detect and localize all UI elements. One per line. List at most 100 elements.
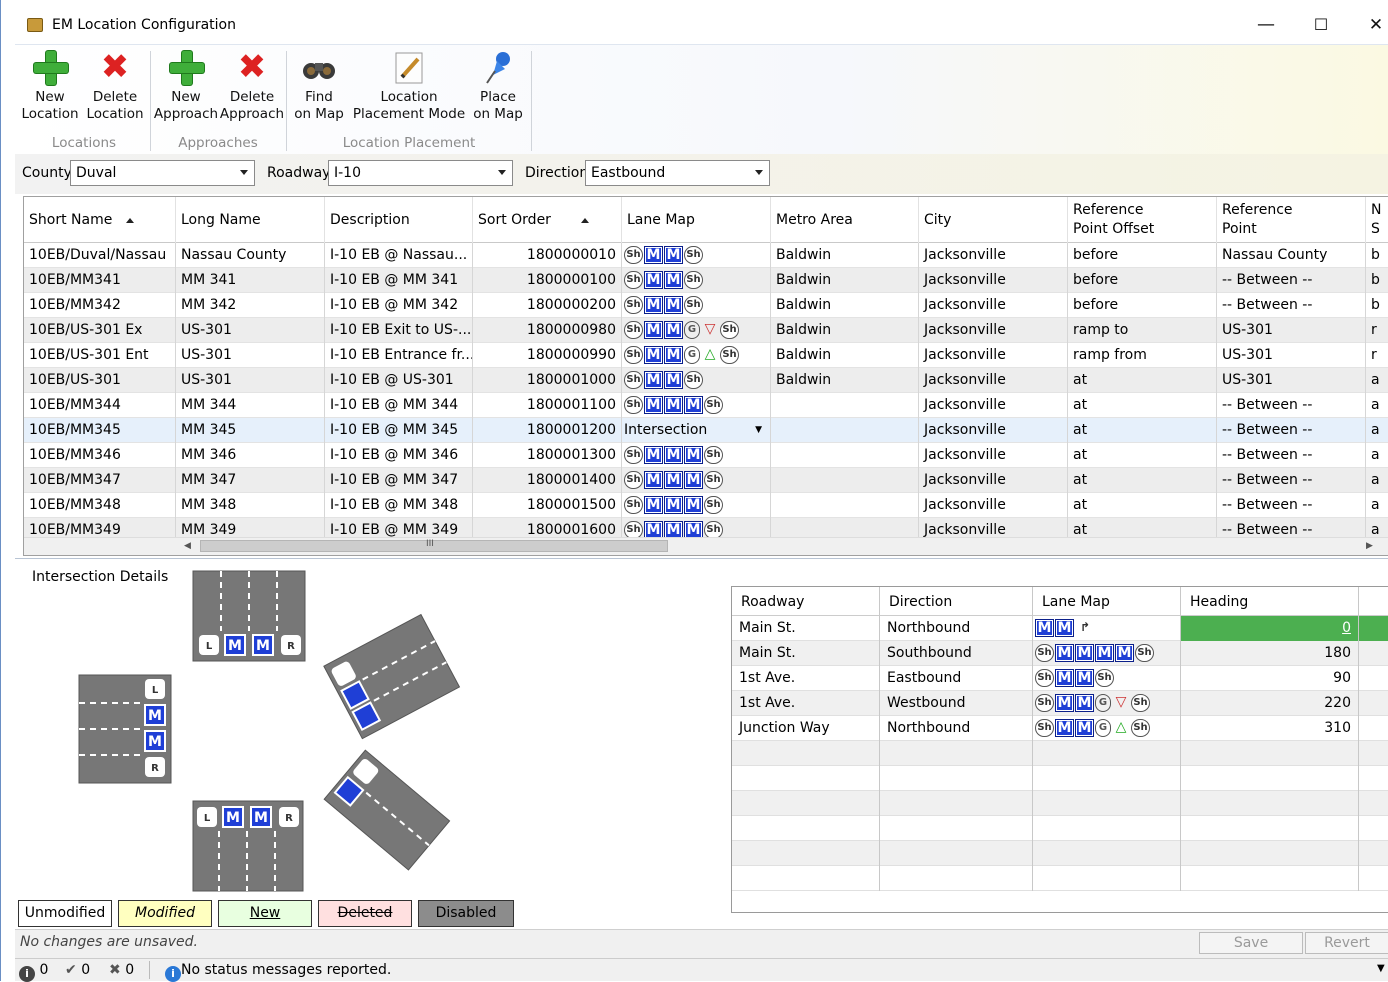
cell-offset: ramp from: [1068, 343, 1217, 368]
cell-long: MM 344: [176, 393, 325, 418]
delete-approach-button[interactable]: ✖ Delete Approach: [219, 49, 285, 131]
table-row[interactable]: 10EB/MM344 MM 344 I-10 EB @ MM 344 18000011…: [24, 393, 1388, 418]
main-lane-icon: M: [644, 246, 663, 264]
check-icon: ✔: [65, 962, 77, 978]
table-row[interactable]: 10EB/Duval/Nassau Nassau County I-10 EB @ …: [24, 243, 1388, 268]
table-row[interactable]: 10EB/US-301 US-301 I-10 EB @ US-301 1800001…: [24, 368, 1388, 393]
ribbon-separator: [286, 51, 287, 151]
cell-heading: 90: [1181, 666, 1359, 691]
col-label: S: [1371, 221, 1380, 237]
place-on-map-button[interactable]: Place on Map: [470, 49, 526, 131]
col-direction[interactable]: Direction: [880, 587, 1033, 616]
status-message: i No status messages reported.: [165, 962, 391, 982]
county-select[interactable]: Duval: [70, 160, 255, 186]
lane-map: Sh M M M Sh: [624, 446, 724, 464]
scrollbar-thumb[interactable]: III: [200, 539, 668, 552]
table-row[interactable]: Main St. Southbound Sh M M M M Sh 180: [732, 641, 1388, 666]
col-metro-area[interactable]: Metro Area: [771, 197, 919, 243]
cell-dir: Northbound: [880, 716, 1033, 741]
table-row[interactable]: 1st Ave. Eastbound Sh M M Sh 90: [732, 666, 1388, 691]
col-city[interactable]: City: [919, 197, 1068, 243]
col-reference-point-offset[interactable]: Reference Point Offset: [1068, 197, 1217, 243]
cell-short: 10EB/MM341: [24, 268, 176, 293]
col-truncated[interactable]: NS: [1366, 197, 1388, 243]
direction-select[interactable]: Eastbound: [585, 160, 770, 186]
scroll-left-icon[interactable]: ◀: [184, 541, 191, 551]
cell-desc: I-10 EB @ MM 342: [325, 293, 473, 318]
col-long-name[interactable]: Long Name: [176, 197, 325, 243]
chevron-down-icon[interactable]: ▼: [755, 418, 762, 443]
chevron-down-icon: [240, 170, 248, 175]
save-button[interactable]: Save: [1199, 932, 1303, 954]
cell-x: [1359, 741, 1388, 766]
table-row[interactable]: 10EB/MM341 MM 341 I-10 EB @ MM 341 18000001…: [24, 268, 1388, 293]
chevron-down-icon[interactable]: ▼: [1377, 963, 1385, 974]
cell-x: [1359, 641, 1388, 666]
col-short-name[interactable]: Short Name: [24, 197, 176, 243]
lane-map-dropdown[interactable]: Intersection: [624, 422, 707, 438]
delete-location-button[interactable]: ✖ Delete Location: [85, 49, 145, 131]
main-lane-icon: M: [644, 496, 663, 514]
table-row[interactable]: 10EB/MM346 MM 346 I-10 EB @ MM 346 18000013…: [24, 443, 1388, 468]
main-lane-icon: M: [664, 321, 683, 339]
main-lane-icon: M: [644, 321, 663, 339]
col-lane-map[interactable]: Lane Map: [622, 197, 771, 243]
app-icon: [27, 18, 43, 32]
table-row[interactable]: Main St. Northbound M M ↱ 0: [732, 616, 1388, 641]
main-lane-icon: M: [664, 371, 683, 389]
delete-x-icon: ✖: [237, 47, 267, 87]
cell-offset: at: [1068, 368, 1217, 393]
col-reference-point[interactable]: Reference Point: [1217, 197, 1366, 243]
main-lane-icon: M: [664, 471, 683, 489]
cell-long: MM 342: [176, 293, 325, 318]
revert-button[interactable]: Revert: [1305, 932, 1388, 954]
direction-label: Direction: [525, 165, 589, 181]
col-lane-map[interactable]: Lane Map: [1033, 587, 1181, 616]
close-button[interactable]: ✕: [1353, 12, 1388, 38]
cell-city: Jacksonville: [919, 243, 1068, 268]
table-row[interactable]: 10EB/MM347 MM 347 I-10 EB @ MM 347 18000014…: [24, 468, 1388, 493]
cell-lanes: Sh M M Sh: [622, 268, 771, 293]
col-sort-order[interactable]: Sort Order: [473, 197, 622, 243]
gore-icon: G: [1095, 719, 1111, 737]
scroll-right-icon[interactable]: ▶: [1366, 541, 1373, 551]
footer: No changes are unsaved. Save Revert i 0 …: [15, 930, 1388, 982]
maximize-button[interactable]: ☐: [1298, 12, 1344, 38]
lane-label: M: [148, 734, 162, 750]
new-location-button[interactable]: New Location: [19, 49, 81, 131]
location-placement-mode-button[interactable]: Location Placement Mode: [351, 49, 467, 131]
table-row[interactable]: 1st Ave. Westbound Sh M M G ▽ Sh 220: [732, 691, 1388, 716]
table-row[interactable]: Junction Way Northbound Sh M M G △ Sh 310: [732, 716, 1388, 741]
cell-point: US-301: [1217, 318, 1366, 343]
minimize-button[interactable]: —: [1243, 12, 1289, 38]
roadway-select[interactable]: I-10: [328, 160, 513, 186]
horizontal-scrollbar[interactable]: ◀ III ▶: [24, 537, 1388, 555]
lane-map: M M ↱: [1035, 619, 1096, 637]
table-row[interactable]: 10EB/MM345 MM 345 I-10 EB @ MM 345 18000012…: [24, 418, 1388, 443]
new-approach-button[interactable]: New Approach: [153, 49, 219, 131]
turn-arrow-label: R: [285, 813, 293, 824]
cell-lanes: Sh M M M Sh: [622, 493, 771, 518]
cell-metro: Baldwin: [771, 243, 919, 268]
table-row: [732, 766, 1388, 791]
col-description[interactable]: Description: [325, 197, 473, 243]
col-label: Short Name: [29, 212, 113, 228]
col-heading[interactable]: Heading: [1181, 587, 1359, 616]
place-label-1: Place: [480, 89, 516, 105]
table-row[interactable]: 10EB/MM348 MM 348 I-10 EB @ MM 348 18000015…: [24, 493, 1388, 518]
intersection-details-panel: Intersection Details M M M M M M L R L R…: [15, 558, 1388, 930]
main-lane-icon: M: [644, 296, 663, 314]
table-row[interactable]: 10EB/US-301 Ent US-301 I-10 EB Entrance fr…: [24, 343, 1388, 368]
col-roadway[interactable]: Roadway: [732, 587, 880, 616]
cell-sort: 1800000010: [473, 243, 622, 268]
cell-sort: 1800001000: [473, 368, 622, 393]
cell-lanes: [1033, 841, 1181, 866]
table-row[interactable]: 10EB/US-301 Ex US-301 I-10 EB Exit to US-.…: [24, 318, 1388, 343]
cell-lanes: M M ↱: [1033, 616, 1181, 641]
main-lane-icon: M: [664, 446, 683, 464]
main-lane-icon: M: [1075, 669, 1094, 687]
cell-heading: [1181, 816, 1359, 841]
table-row[interactable]: 10EB/MM342 MM 342 I-10 EB @ MM 342 18000002…: [24, 293, 1388, 318]
find-on-map-button[interactable]: Find on Map: [291, 49, 347, 131]
unsaved-status-text: No changes are unsaved.: [20, 934, 199, 950]
